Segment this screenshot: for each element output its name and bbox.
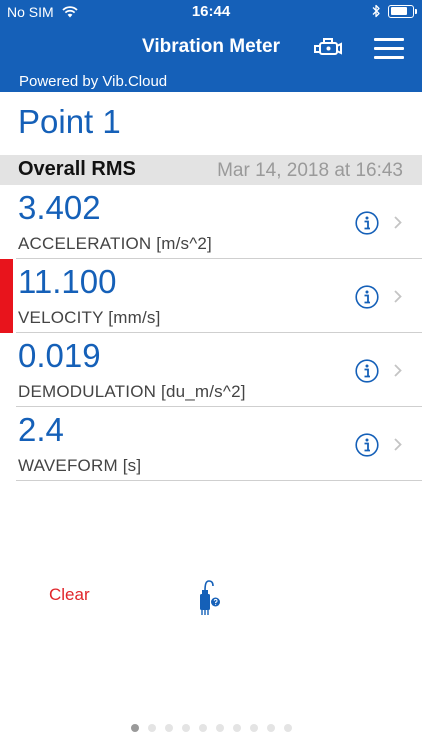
page-dot[interactable]	[215, 724, 224, 732]
measurement-label: ACCELERATION [m/s^2]	[18, 234, 212, 253]
info-icon[interactable]	[355, 285, 379, 309]
measurement-value: 0.019	[18, 337, 101, 374]
page-dot[interactable]	[130, 724, 139, 732]
section-header: Overall RMS Mar 14, 2018 at 16:43	[0, 155, 422, 185]
page-indicator[interactable]	[0, 724, 422, 732]
battery-fill	[390, 7, 407, 15]
page-dot[interactable]	[283, 724, 292, 732]
measurement-row-velocity[interactable]: 11.100 VELOCITY [mm/s]	[0, 259, 422, 333]
chevron-right-icon	[394, 364, 402, 377]
alert-indicator	[0, 185, 13, 259]
measurement-row-acceleration[interactable]: 3.402 ACCELERATION [m/s^2]	[0, 185, 422, 259]
app-screen: No SIM 16:44 Vibration Meter Powered by …	[0, 0, 422, 750]
status-bar: No SIM 16:44	[0, 0, 422, 24]
header: No SIM 16:44 Vibration Meter Powered by …	[0, 0, 422, 92]
page-dot[interactable]	[181, 724, 190, 732]
row-divider	[16, 480, 422, 481]
menu-icon[interactable]	[374, 37, 404, 59]
sensor-icon[interactable]	[194, 577, 222, 617]
measurement-row-demodulation[interactable]: 0.019 DEMODULATION [du_m/s^2]	[0, 333, 422, 407]
alert-indicator	[0, 333, 13, 407]
measurement-label: WAVEFORM [s]	[18, 456, 142, 475]
page-dot[interactable]	[249, 724, 258, 732]
page-dot[interactable]	[198, 724, 207, 732]
measurement-label: DEMODULATION [du_m/s^2]	[18, 382, 246, 401]
measurement-label: VELOCITY [mm/s]	[18, 308, 161, 327]
powered-by: Powered by Vib.Cloud	[19, 73, 168, 90]
status-time: 16:44	[191, 3, 231, 20]
page-dot[interactable]	[266, 724, 275, 732]
info-icon[interactable]	[355, 359, 379, 383]
engine-icon[interactable]	[312, 36, 344, 58]
chevron-right-icon	[394, 290, 402, 303]
info-icon[interactable]	[355, 433, 379, 457]
status-right	[372, 4, 417, 18]
page-dot[interactable]	[232, 724, 241, 732]
alert-indicator	[0, 259, 13, 333]
nav-title: Vibration Meter	[142, 36, 280, 57]
measurement-row-waveform[interactable]: 2.4 WAVEFORM [s]	[0, 407, 422, 481]
measurement-value: 2.4	[18, 411, 64, 448]
chevron-right-icon	[394, 216, 402, 229]
alert-indicator	[0, 407, 13, 481]
chevron-right-icon	[394, 438, 402, 451]
section-date: Mar 14, 2018 at 16:43	[217, 160, 403, 181]
measurement-value: 11.100	[18, 263, 117, 300]
bluetooth-icon	[372, 4, 380, 18]
info-icon[interactable]	[355, 211, 379, 235]
clear-button[interactable]: Clear	[49, 585, 90, 605]
page-dot[interactable]	[164, 724, 173, 732]
section-title: Overall RMS	[18, 158, 136, 180]
battery-icon	[388, 4, 417, 18]
page-dot[interactable]	[147, 724, 156, 732]
measurement-value: 3.402	[18, 189, 101, 226]
point-title: Point 1	[18, 103, 121, 140]
